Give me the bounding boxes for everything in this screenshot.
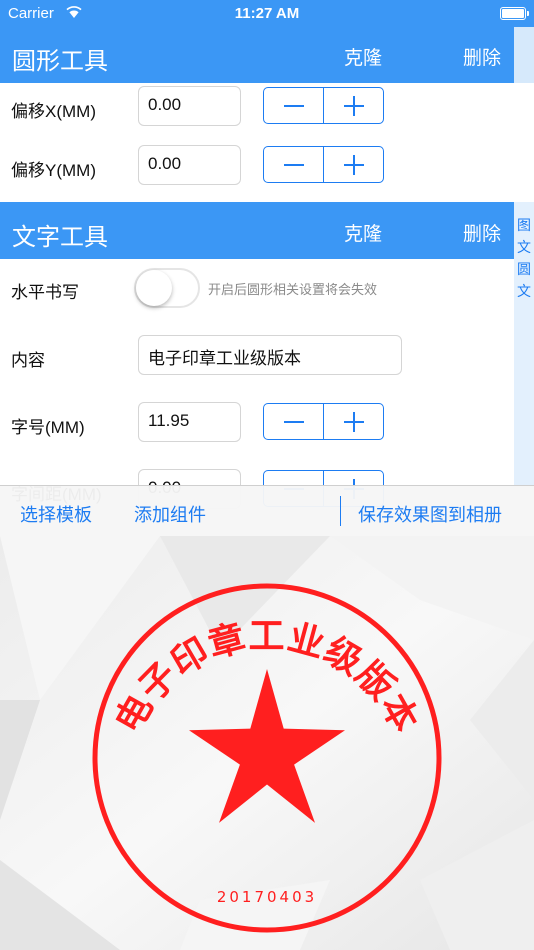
font-size-field[interactable]: 11.95: [138, 402, 241, 442]
save-to-album-button[interactable]: 保存效果图到相册: [358, 501, 502, 527]
font-size-plus-button[interactable]: [323, 404, 383, 439]
offset-y-stepper: [263, 146, 384, 183]
add-component-button[interactable]: 添加组件: [134, 501, 206, 527]
toggle-knob: [136, 270, 172, 306]
status-bar: Carrier 11:27 AM: [0, 0, 534, 27]
content-field[interactable]: 电子印章工业级版本: [138, 335, 402, 375]
horizontal-writing-toggle[interactable]: [134, 268, 200, 308]
text-tool-header: 文字工具 克隆 删除: [0, 202, 514, 259]
side-tab-char: 文: [517, 283, 531, 299]
font-size-label: 字号(MM): [11, 418, 85, 437]
font-size-minus-button[interactable]: [264, 404, 323, 439]
text-clone-button[interactable]: 克隆: [344, 219, 382, 246]
circle-side-tab[interactable]: [514, 27, 534, 83]
offset-y-row: 偏移Y(MM) 0.00: [0, 139, 514, 195]
circle-delete-button[interactable]: 删除: [463, 43, 501, 70]
side-tab-char: 圆: [517, 261, 531, 277]
offset-x-plus-button[interactable]: [323, 88, 383, 123]
offset-y-label: 偏移Y(MM): [11, 161, 96, 180]
minus-icon: [283, 104, 304, 107]
content-label: 内容: [11, 351, 45, 370]
side-tab-char: 图: [517, 217, 531, 233]
stamp-serial: 20170403: [217, 888, 317, 906]
horizontal-writing-row: 水平书写 开启后圆形相关设置将会失效: [0, 258, 514, 318]
stamp-preview[interactable]: 电子印章工业级版本 20170403: [0, 536, 534, 950]
minus-icon: [283, 420, 304, 423]
font-size-stepper: [263, 403, 384, 440]
offset-x-row: 偏移X(MM) 0.00: [0, 80, 514, 136]
plus-icon: [343, 411, 364, 432]
content-row: 内容 电子印章工业级版本: [0, 328, 514, 384]
offset-x-field[interactable]: 0.00: [138, 86, 241, 126]
horizontal-writing-label: 水平书写: [11, 283, 79, 302]
offset-y-field[interactable]: 0.00: [138, 145, 241, 185]
text-tool-title: 文字工具: [12, 224, 108, 251]
text-circle-side-tab[interactable]: 图 文 圆 文: [514, 202, 534, 485]
plus-icon: [343, 95, 364, 116]
select-template-button[interactable]: 选择模板: [20, 501, 92, 527]
toolbar-divider: [340, 496, 341, 526]
plus-icon: [343, 154, 364, 175]
offset-x-stepper: [263, 87, 384, 124]
battery-icon: [500, 7, 529, 20]
horizontal-writing-hint: 开启后圆形相关设置将会失效: [208, 282, 378, 297]
stamp-canvas[interactable]: 电子印章工业级版本 20170403: [0, 536, 534, 950]
font-size-row: 字号(MM) 11.95: [0, 395, 514, 451]
circle-tool-header: 圆形工具 克隆 删除: [0, 27, 514, 83]
offset-y-plus-button[interactable]: [323, 147, 383, 182]
offset-x-label: 偏移X(MM): [11, 102, 96, 121]
offset-y-minus-button[interactable]: [264, 147, 323, 182]
text-delete-button[interactable]: 删除: [463, 219, 501, 246]
bottom-toolbar: 选择模板 添加组件 保存效果图到相册: [0, 485, 534, 536]
circle-clone-button[interactable]: 克隆: [344, 43, 382, 70]
minus-icon: [283, 163, 304, 166]
clock: 11:27 AM: [234, 5, 300, 22]
offset-x-minus-button[interactable]: [264, 88, 323, 123]
side-tab-char: 文: [517, 239, 531, 255]
circle-tool-title: 圆形工具: [12, 48, 108, 75]
